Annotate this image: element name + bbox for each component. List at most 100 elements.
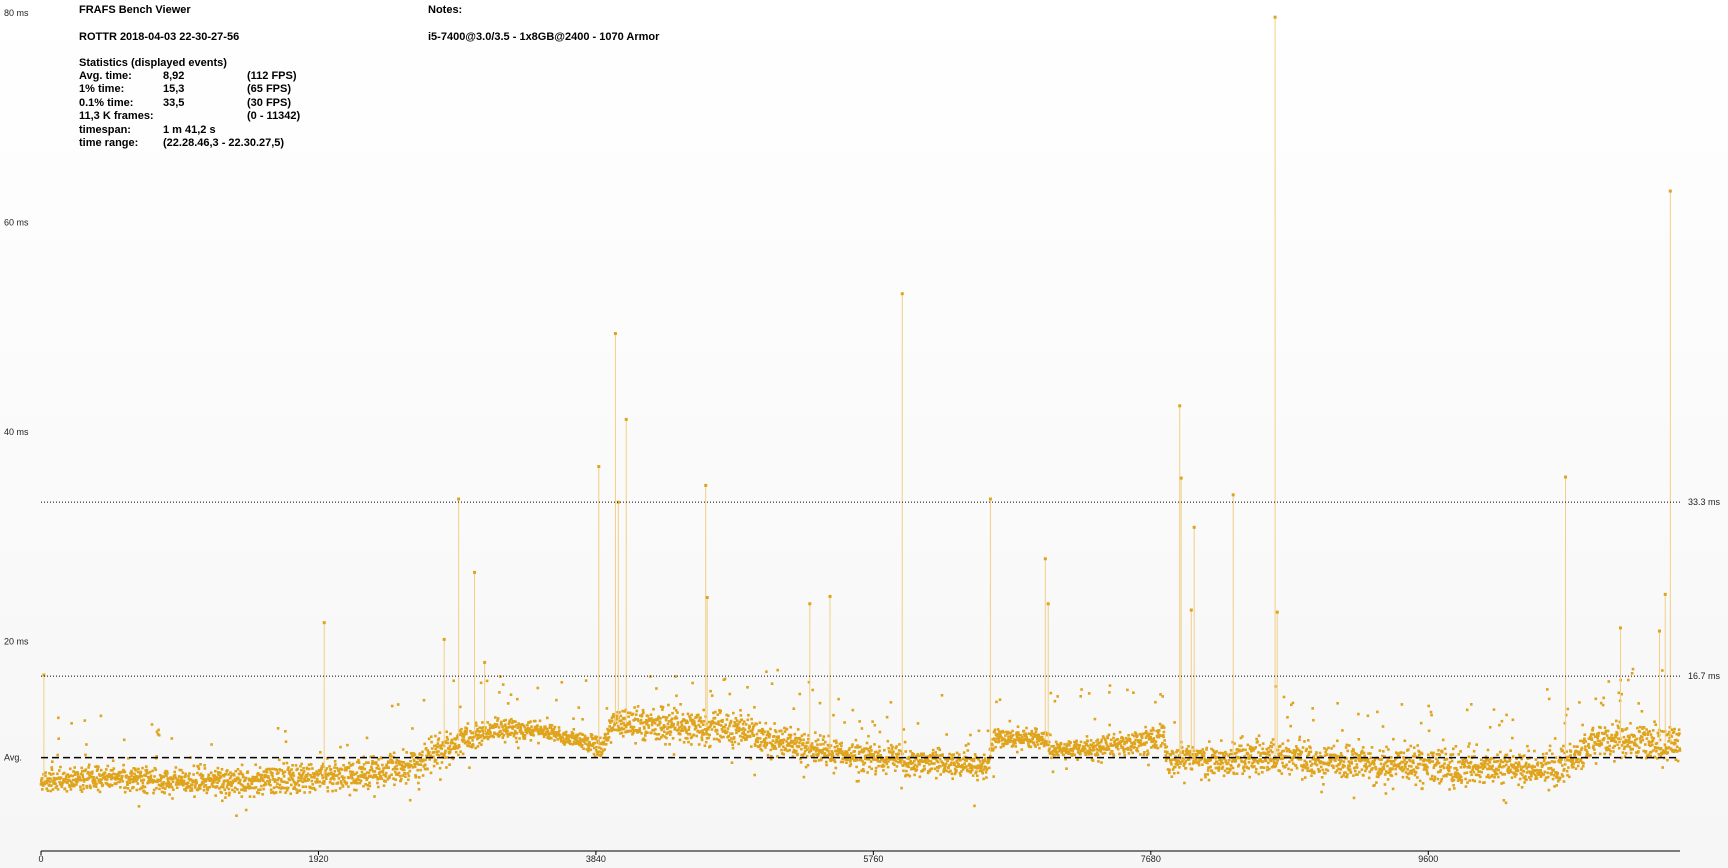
- frame-marker: [1162, 730, 1166, 734]
- frame-marker: [1116, 747, 1120, 751]
- frame-marker: [962, 751, 966, 754]
- frame-marker: [634, 713, 638, 716]
- frame-marker: [264, 783, 268, 786]
- frame-marker: [1587, 746, 1591, 749]
- frame-marker: [278, 758, 281, 762]
- frame-marker: [730, 740, 733, 743]
- frame-marker: [1112, 754, 1116, 757]
- frame-marker: [1464, 777, 1467, 781]
- frame-marker: [855, 758, 859, 762]
- frame-marker: [271, 771, 274, 775]
- frame-marker: [887, 747, 890, 750]
- frame-marker: [744, 723, 748, 726]
- frame-marker: [87, 771, 90, 774]
- frame-marker: [1321, 768, 1325, 772]
- frame-marker: [168, 793, 171, 796]
- frame-marker: [313, 776, 316, 779]
- frame-marker: [1526, 744, 1529, 748]
- frame-marker: [434, 759, 438, 762]
- frame-marker: [584, 679, 588, 682]
- frame-marker: [805, 745, 808, 748]
- frame-marker: [1209, 758, 1213, 762]
- frame-marker: [1592, 744, 1595, 748]
- frame-marker: [1400, 703, 1404, 706]
- frame-marker: [52, 772, 55, 776]
- frame-marker: [649, 713, 653, 716]
- frame-marker: [634, 717, 637, 721]
- frame-marker: [726, 730, 729, 733]
- frame-marker: [413, 759, 416, 763]
- frame-marker: [938, 757, 942, 761]
- frame-marker: [1519, 765, 1522, 768]
- frame-marker: [702, 720, 706, 723]
- frame-marker: [717, 720, 720, 723]
- frame-marker: [194, 784, 197, 787]
- frame-marker: [80, 790, 84, 793]
- frame-marker: [136, 770, 140, 774]
- frame-marker: [405, 751, 408, 754]
- frame-marker: [1330, 758, 1333, 761]
- frame-marker: [158, 787, 161, 791]
- frame-marker: [1290, 758, 1294, 762]
- frame-marker: [853, 754, 857, 757]
- frame-marker: [1020, 748, 1024, 751]
- frame-marker: [1450, 759, 1454, 763]
- frame-marker: [609, 741, 613, 744]
- frame-marker: [679, 703, 682, 706]
- frame-marker: [1505, 763, 1508, 767]
- frame-marker: [572, 717, 575, 720]
- frame-marker: [730, 761, 734, 764]
- frame-marker: [1583, 737, 1586, 741]
- frame-marker: [1562, 744, 1565, 748]
- frame-marker: [404, 782, 408, 785]
- frame-marker: [1599, 726, 1602, 729]
- frame-marker: [73, 766, 76, 769]
- frame-marker: [1131, 751, 1134, 755]
- frame-marker: [884, 772, 888, 776]
- frame-marker: [1231, 766, 1235, 770]
- frame-marker: [821, 751, 824, 754]
- frame-marker: [698, 725, 702, 728]
- frame-marker: [1547, 788, 1551, 792]
- frame-marker: [69, 767, 72, 771]
- frame-marker: [63, 787, 67, 790]
- frame-marker: [1430, 713, 1433, 717]
- frame-marker: [40, 777, 44, 780]
- frame-marker: [1298, 738, 1301, 742]
- frame-marker: [1351, 753, 1354, 756]
- frame-marker: [1544, 756, 1547, 759]
- frame-marker: [1309, 746, 1312, 750]
- frame-marker: [128, 781, 132, 785]
- frame-marker: [233, 774, 236, 777]
- frame-marker: [92, 776, 95, 779]
- frame-marker: [191, 783, 194, 787]
- frame-marker: [671, 737, 675, 740]
- frame-marker: [710, 728, 714, 731]
- frame-marker: [1468, 742, 1471, 745]
- frame-marker: [766, 753, 770, 757]
- frame-marker: [205, 791, 209, 795]
- frame-marker: [1375, 781, 1378, 784]
- frame-marker: [729, 719, 733, 723]
- frame-marker: [445, 730, 448, 734]
- frame-marker: [1154, 740, 1158, 743]
- frame-marker: [1419, 758, 1423, 761]
- frame-marker: [376, 781, 379, 785]
- frame-marker: [687, 740, 690, 744]
- frame-marker: [58, 769, 61, 772]
- frame-marker: [620, 719, 623, 722]
- frame-marker: [162, 783, 165, 786]
- frame-marker: [1416, 744, 1419, 747]
- frame-marker: [724, 723, 727, 727]
- frame-marker: [965, 759, 968, 762]
- frame-marker: [692, 733, 696, 737]
- frame-marker: [259, 788, 262, 791]
- frame-marker: [1096, 738, 1099, 742]
- frame-marker: [143, 791, 146, 794]
- frame-marker: [1206, 769, 1210, 772]
- frame-marker: [640, 732, 643, 735]
- frame-marker: [1260, 766, 1263, 769]
- frame-marker: [1229, 749, 1233, 752]
- frame-marker: [1499, 750, 1502, 754]
- frame-marker: [192, 764, 196, 768]
